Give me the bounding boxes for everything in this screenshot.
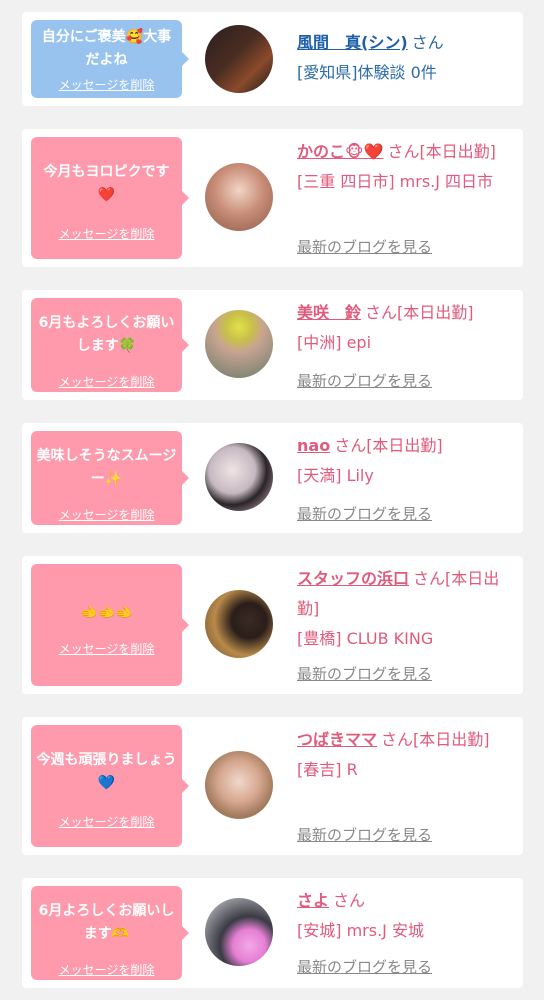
user-info: かのこ🐵❤️ さん[本日出勤] [三重 四日市] mrs.J 四日市 bbox=[297, 137, 519, 197]
user-info: さよ さん [安城] mrs.J 安城 bbox=[297, 886, 519, 946]
user-location: [中洲] epi bbox=[297, 333, 372, 352]
message-bubble: 美味しそうなスムージー✨ メッセージを削除 bbox=[31, 431, 189, 525]
latest-blog-link[interactable]: 最新のブログを見る bbox=[297, 236, 432, 257]
honorific: さん[本日出勤] bbox=[365, 303, 474, 322]
user-location: [天満] Lily bbox=[297, 466, 374, 485]
user-location: [三重 四日市] mrs.J 四日市 bbox=[297, 172, 494, 191]
message-text: 🫲🫲🫲 bbox=[80, 605, 133, 621]
user-info: スタッフの浜口 さん[本日出勤] [豊橋] CLUB KING bbox=[297, 564, 519, 654]
message-bubble: 今月もヨロピクです❤️ メッセージを削除 bbox=[31, 137, 189, 259]
user-name-link[interactable]: 美咲 鈴 bbox=[297, 303, 361, 322]
user-name-link[interactable]: かのこ🐵❤️ bbox=[297, 142, 383, 161]
user-info: nao さん[本日出勤] [天満] Lily bbox=[297, 431, 519, 491]
message-card: 6月よろしくお願いします🫶 メッセージを削除 さよ さん [安城] mrs.J 安… bbox=[22, 878, 523, 988]
user-name-link[interactable]: つばきママ bbox=[297, 730, 377, 749]
avatar[interactable] bbox=[205, 590, 273, 658]
message-card: 美味しそうなスムージー✨ メッセージを削除 nao さん[本日出勤] [天満] L… bbox=[22, 423, 523, 533]
message-text: 自分にご褒美🥰大事だよね bbox=[41, 29, 172, 68]
message-text: 今月もヨロピクです❤️ bbox=[43, 164, 170, 203]
message-text: 今週も頑張りましょう💙 bbox=[36, 752, 177, 791]
message-text: 6月よろしくお願いします🫶 bbox=[38, 903, 175, 942]
user-location: [春吉] R bbox=[297, 760, 358, 779]
user-info: 風間 真(シン) さん [愛知県]体験談 0件 bbox=[297, 28, 519, 88]
message-bubble: 自分にご褒美🥰大事だよね メッセージを削除 bbox=[31, 20, 189, 98]
user-name-link[interactable]: さよ bbox=[297, 891, 329, 910]
delete-message-link[interactable]: メッセージを削除 bbox=[31, 506, 182, 523]
message-bubble: 6月もよろしくお願いします🍀 メッセージを削除 bbox=[31, 298, 189, 392]
message-card: 🫲🫲🫲 メッセージを削除 スタッフの浜口 さん[本日出勤] [豊橋] CLUB K… bbox=[22, 556, 523, 694]
message-bubble: 🫲🫲🫲 メッセージを削除 bbox=[31, 564, 189, 686]
delete-message-link[interactable]: メッセージを削除 bbox=[31, 640, 182, 657]
message-card: 今週も頑張りましょう💙 メッセージを削除 つばきママ さん[本日出勤] [春吉] … bbox=[22, 717, 523, 855]
message-bubble: 今週も頑張りましょう💙 メッセージを削除 bbox=[31, 725, 189, 847]
avatar[interactable] bbox=[205, 751, 273, 819]
delete-message-link[interactable]: メッセージを削除 bbox=[31, 813, 182, 830]
message-bubble: 6月よろしくお願いします🫶 メッセージを削除 bbox=[31, 886, 189, 980]
delete-message-link[interactable]: メッセージを削除 bbox=[31, 373, 182, 390]
message-card: 自分にご褒美🥰大事だよね メッセージを削除 風間 真(シン) さん [愛知県]体験… bbox=[22, 12, 523, 106]
user-name-link[interactable]: nao bbox=[297, 436, 330, 455]
user-location: [安城] mrs.J 安城 bbox=[297, 921, 424, 940]
honorific: さん[本日出勤] bbox=[334, 436, 443, 455]
delete-message-link[interactable]: メッセージを削除 bbox=[31, 76, 182, 93]
avatar[interactable] bbox=[205, 898, 273, 966]
latest-blog-link[interactable]: 最新のブログを見る bbox=[297, 956, 432, 977]
message-card: 今月もヨロピクです❤️ メッセージを削除 かのこ🐵❤️ さん[本日出勤] [三重 … bbox=[22, 129, 523, 267]
honorific: さん[本日出勤] bbox=[381, 730, 490, 749]
delete-message-link[interactable]: メッセージを削除 bbox=[31, 225, 182, 242]
honorific: さん bbox=[333, 891, 366, 910]
user-location: [豊橋] CLUB KING bbox=[297, 629, 434, 648]
avatar[interactable] bbox=[205, 310, 273, 378]
message-text: 美味しそうなスムージー✨ bbox=[36, 448, 177, 487]
honorific: さん[本日出勤] bbox=[387, 142, 496, 161]
user-name-link[interactable]: 風間 真(シン) bbox=[297, 33, 408, 52]
honorific: さん bbox=[411, 33, 444, 52]
user-location: [愛知県]体験談 0件 bbox=[297, 63, 437, 82]
avatar[interactable] bbox=[205, 443, 273, 511]
user-info: 美咲 鈴さん[本日出勤] [中洲] epi bbox=[297, 298, 519, 358]
user-info: つばきママ さん[本日出勤] [春吉] R bbox=[297, 725, 519, 785]
avatar[interactable] bbox=[205, 25, 273, 93]
user-name-link[interactable]: スタッフの浜口 bbox=[297, 569, 409, 588]
latest-blog-link[interactable]: 最新のブログを見る bbox=[297, 824, 432, 845]
latest-blog-link[interactable]: 最新のブログを見る bbox=[297, 663, 432, 684]
delete-message-link[interactable]: メッセージを削除 bbox=[31, 961, 182, 978]
message-card: 6月もよろしくお願いします🍀 メッセージを削除 美咲 鈴さん[本日出勤] [中洲… bbox=[22, 290, 523, 400]
latest-blog-link[interactable]: 最新のブログを見る bbox=[297, 503, 432, 524]
latest-blog-link[interactable]: 最新のブログを見る bbox=[297, 370, 432, 391]
message-text: 6月もよろしくお願いします🍀 bbox=[38, 315, 175, 354]
avatar[interactable] bbox=[205, 163, 273, 231]
